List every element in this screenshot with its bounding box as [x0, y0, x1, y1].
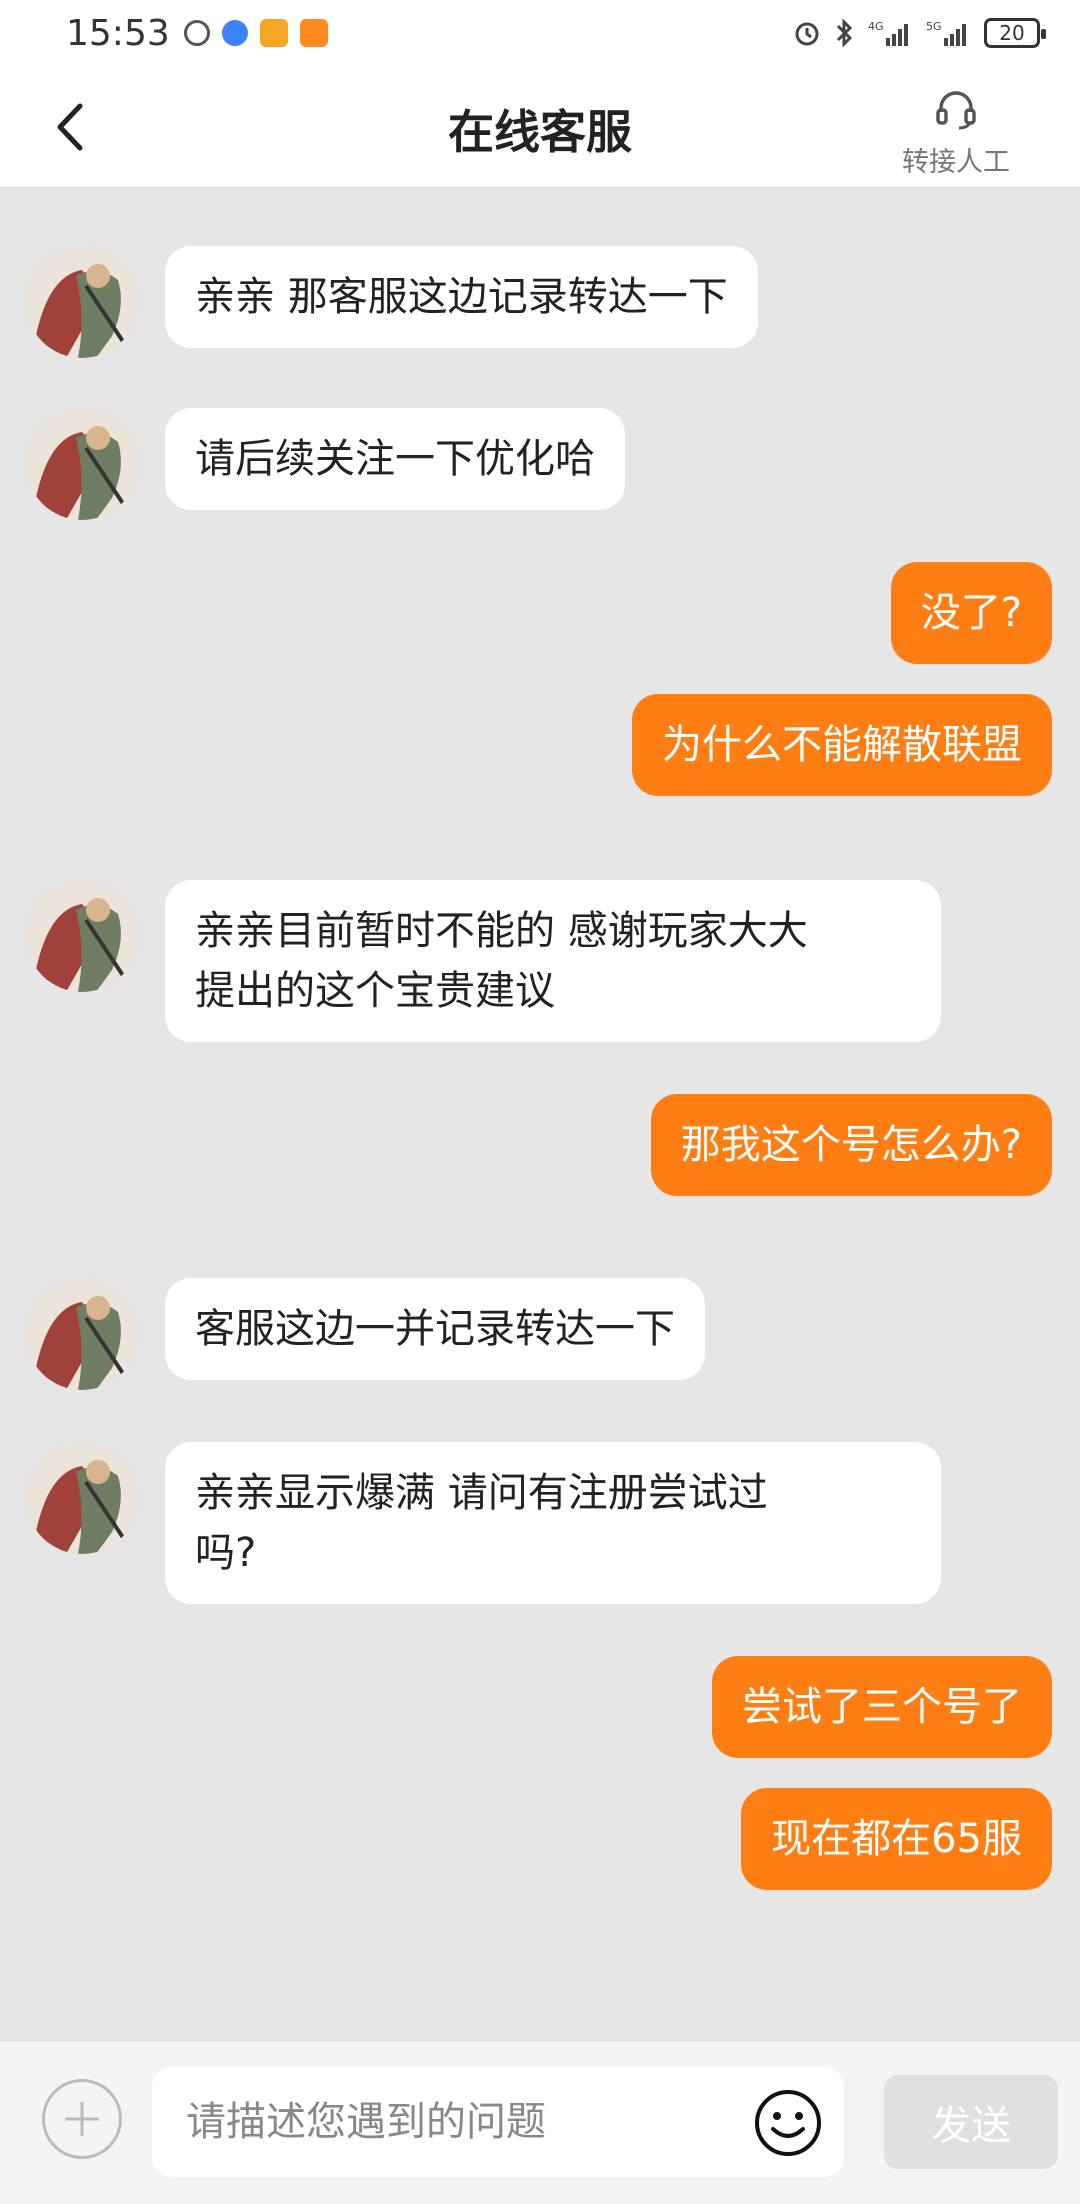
agent-avatar: [26, 1278, 138, 1390]
user-message: 那我这个号怎么办?: [650, 1094, 1052, 1196]
signal-4g-icon: 4G: [868, 20, 908, 46]
sync-icon: [183, 20, 210, 46]
agent-message: 亲亲显示爆满 请问有注册尝试过 吗?: [165, 1442, 941, 1604]
battery-level: 20: [999, 21, 1025, 45]
transfer-to-human-button[interactable]: 转接人工: [876, 86, 1036, 179]
agent-message: 亲亲目前暂时不能的 感谢玩家大大 提出的这个宝贵建议: [165, 880, 941, 1042]
svg-text:4G: 4G: [868, 20, 884, 33]
bluetooth-icon: [836, 18, 853, 48]
add-attachment-button[interactable]: [42, 2079, 122, 2159]
agent-avatar: [26, 1442, 138, 1554]
svg-text:5G: 5G: [926, 20, 942, 33]
avatar-image: [26, 246, 138, 358]
agent-avatar: [26, 880, 138, 992]
message-input[interactable]: [152, 2067, 844, 2177]
avatar-image: [26, 1442, 138, 1554]
user-message: 尝试了三个号了: [712, 1656, 1052, 1758]
avatar-image: [26, 1278, 138, 1390]
alarm-icon: [795, 22, 819, 46]
avatar-image: [26, 880, 138, 992]
user-message: 为什么不能解散联盟: [632, 694, 1052, 796]
user-message: 现在都在65服: [741, 1788, 1052, 1890]
headset-icon: [936, 91, 976, 130]
header: 在线客服 转接人工: [0, 66, 1080, 188]
agent-message: 亲亲 那客服这边记录转达一下: [165, 246, 758, 348]
chat-screen: 15:53 4G 5G 20 在线客服 转接人工 亲亲 那客服这边记录转达一下 …: [0, 0, 1080, 2204]
battery-icon: 20: [984, 18, 1046, 48]
agent-avatar: [26, 408, 138, 520]
plus-icon: [65, 2102, 99, 2136]
avatar-image: [26, 408, 138, 520]
agent-avatar: [26, 246, 138, 358]
app-notification-icon: [259, 19, 288, 47]
signal-5g-icon: 5G: [926, 20, 966, 46]
agent-message: 客服这边一并记录转达一下: [165, 1278, 705, 1380]
status-time: 15:53: [66, 12, 170, 54]
emoji-button[interactable]: [752, 2087, 824, 2159]
user-message: 没了?: [890, 562, 1052, 664]
send-button[interactable]: 发送: [884, 2075, 1058, 2169]
app-notification-icon: [221, 20, 248, 46]
input-bar: 发送: [0, 2040, 1080, 2204]
agent-message: 请后续关注一下优化哈: [165, 408, 625, 510]
status-bar: 15:53 4G 5G 20: [0, 0, 1080, 66]
app-notification-icon: [299, 19, 328, 47]
transfer-label: 转接人工: [902, 147, 1010, 178]
